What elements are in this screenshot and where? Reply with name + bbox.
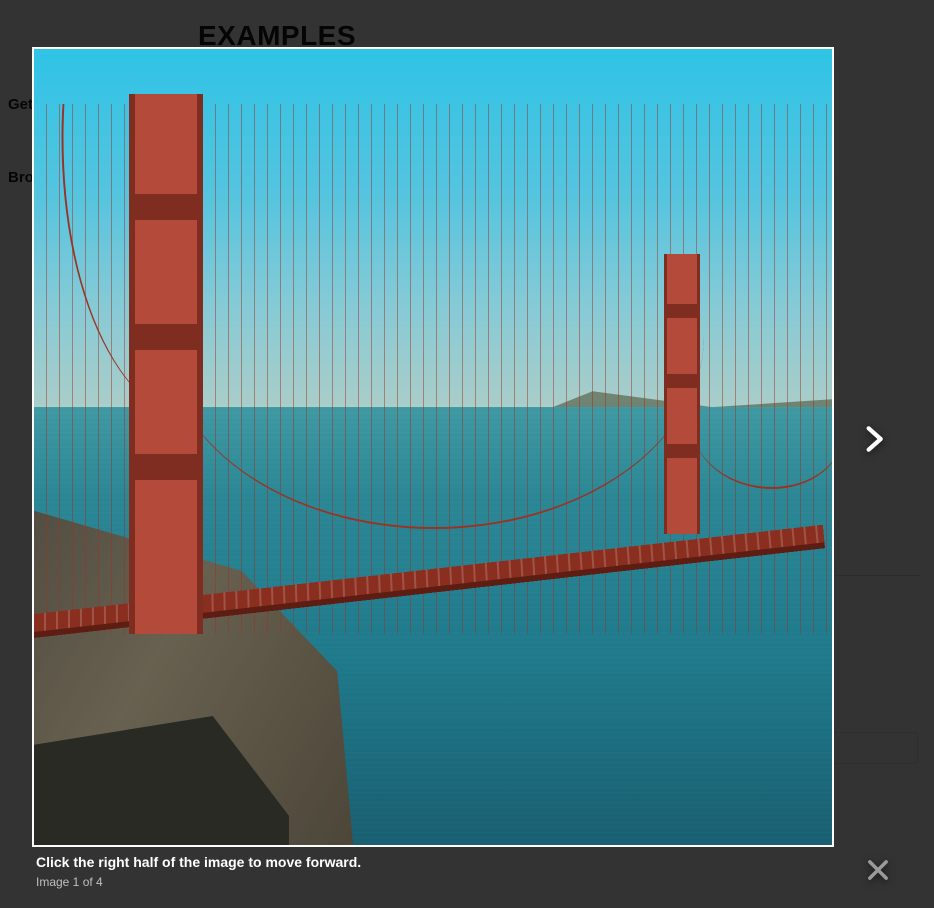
lightbox-next-zone[interactable] [433, 47, 834, 847]
close-button[interactable] [864, 856, 892, 884]
lightbox-overlay[interactable]: Click the right half of the image to mov… [0, 0, 934, 908]
chevron-right-icon [858, 442, 890, 459]
close-icon [864, 871, 892, 888]
lightbox-caption: Click the right half of the image to mov… [36, 853, 361, 890]
next-button[interactable] [858, 423, 890, 455]
lightbox-prev-zone[interactable] [32, 47, 433, 847]
lightbox-counter: Image 1 of 4 [36, 874, 361, 890]
lightbox-hint: Click the right half of the image to mov… [36, 853, 361, 872]
